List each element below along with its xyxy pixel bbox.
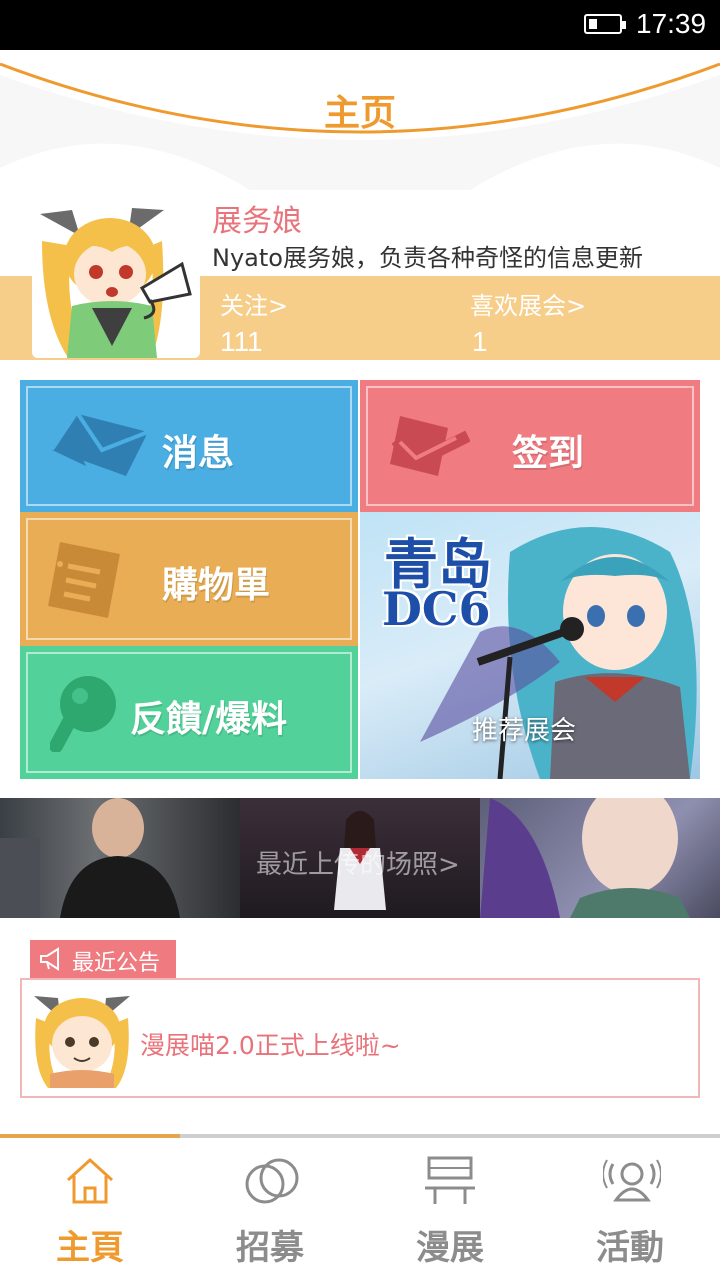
recent-photos-caption[interactable]: 最近上传的场照> (256, 844, 460, 881)
checkin-tile[interactable]: 签到 (360, 380, 700, 512)
notice-tag: 最近公告 (30, 940, 176, 978)
liked-expos-count: 1 (472, 326, 488, 357)
tab-expo-label: 漫展 (416, 1228, 484, 1268)
recent-photos-strip[interactable]: 最近上传的场照> (0, 798, 720, 918)
status-bar: 17:39 (0, 0, 720, 50)
booth-icon (425, 1156, 475, 1204)
featured-title-line2: DC6 (382, 582, 491, 636)
message-tile[interactable]: 消息 (20, 380, 358, 512)
shopping-list-label: 購物單 (162, 565, 271, 606)
featured-caption: 推荐展会 (472, 716, 577, 746)
checkmark-card-icon (390, 416, 470, 476)
tab-expo[interactable]: 漫展 (360, 1140, 540, 1280)
profile-name: 展务娘 (212, 204, 302, 239)
list-icon (48, 542, 120, 618)
battery-icon (584, 14, 626, 34)
tab-activity-label: 活動 (596, 1228, 664, 1268)
message-label: 消息 (162, 433, 235, 474)
rings-icon (245, 1158, 299, 1204)
photo-thumbnail[interactable] (480, 798, 720, 918)
search-icon (50, 676, 116, 752)
tab-recruit[interactable]: 招募 (180, 1140, 360, 1280)
tab-home-label: 主頁 (56, 1228, 124, 1268)
featured-expo-banner[interactable]: 青岛 DC6 推荐展会 (360, 512, 700, 779)
tab-activity[interactable]: 活動 (540, 1140, 720, 1280)
checkin-label: 签到 (512, 433, 585, 474)
active-tab-indicator (0, 1134, 180, 1138)
notice-item[interactable]: 漫展喵2.0正式上线啦~ (20, 978, 700, 1098)
tab-recruit-label: 招募 (236, 1228, 304, 1268)
tab-home[interactable]: 主頁 (0, 1140, 180, 1280)
page-title: 主页 (323, 93, 396, 134)
following-link[interactable]: 关注> (220, 286, 288, 321)
profile-description: Nyato展务娘，负责各种奇怪的信息更新 (212, 244, 643, 272)
following-count: 111 (220, 326, 263, 357)
shopping-list-tile[interactable]: 購物單 (20, 512, 358, 646)
feedback-tile[interactable]: 反饋/爆料 (20, 646, 358, 779)
feedback-label: 反饋/爆料 (130, 699, 288, 740)
notice-avatar (30, 988, 134, 1088)
envelope-icon (52, 412, 149, 476)
status-time: 17:39 (636, 8, 707, 39)
profile-avatar[interactable] (32, 196, 200, 358)
home-icon (66, 1157, 114, 1204)
megaphone-icon (40, 947, 59, 971)
notice-text: 漫展喵2.0正式上线啦~ (140, 1031, 401, 1060)
person-broadcast-icon (603, 1159, 661, 1202)
liked-expos-link[interactable]: 喜欢展会> (470, 286, 586, 321)
notice-tag-label: 最近公告 (72, 951, 161, 976)
photo-thumbnail[interactable] (0, 798, 240, 918)
